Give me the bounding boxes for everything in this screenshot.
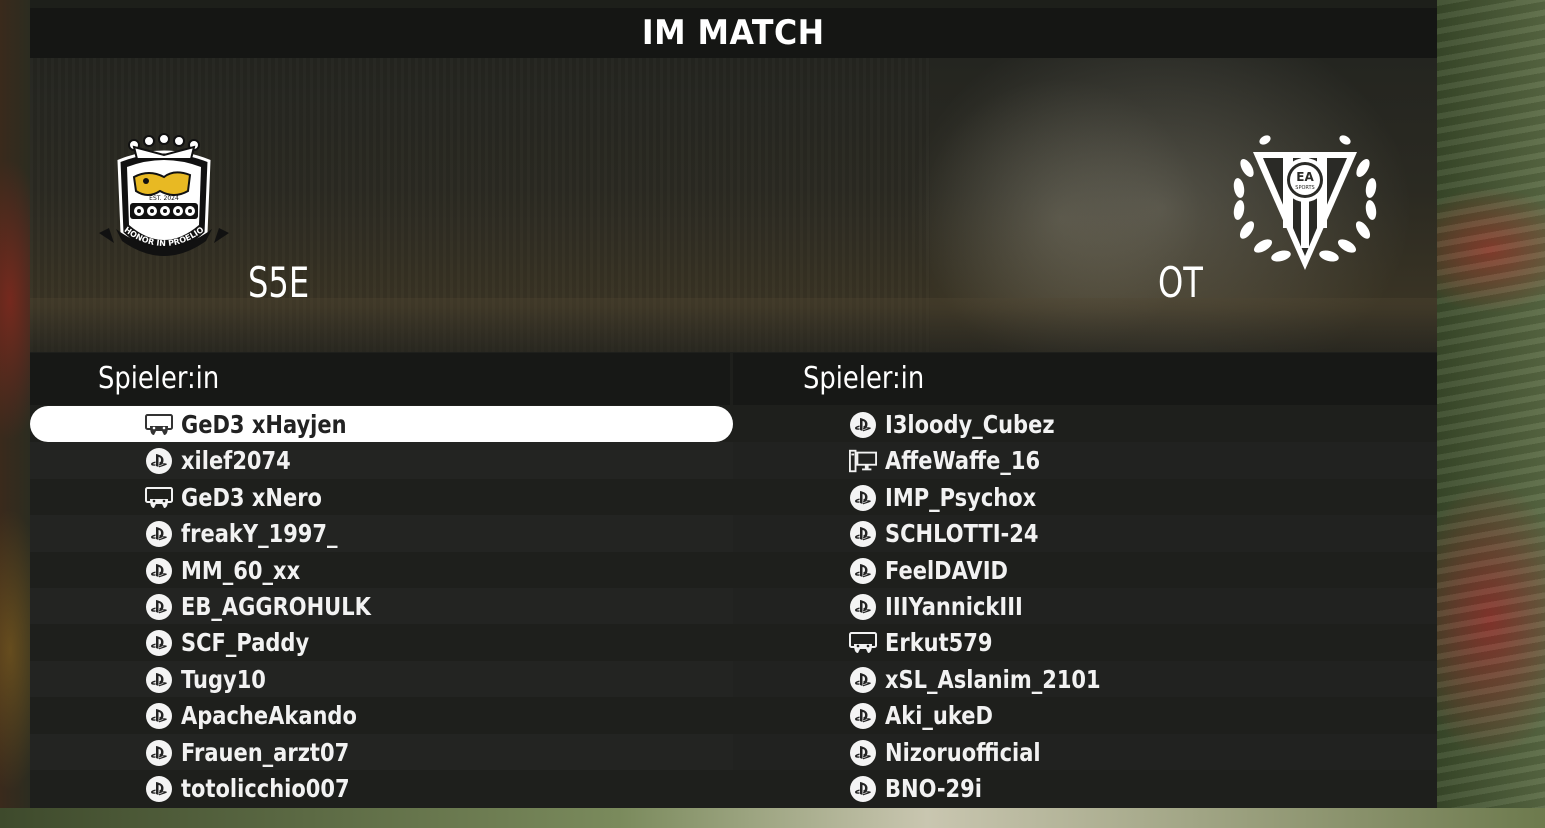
playstation-icon [145, 447, 173, 475]
home-team-name: S5E [248, 258, 310, 307]
player-name: GeD3 xNero [181, 482, 322, 512]
playstation-icon [145, 629, 173, 657]
away-team-name: OT [1158, 258, 1203, 307]
controller-icon [145, 411, 173, 439]
player-row[interactable]: SCHLOTTI-24 [733, 515, 1437, 552]
player-row[interactable]: MM_60_xx [30, 551, 733, 588]
playstation-icon [849, 557, 877, 585]
playstation-icon [145, 775, 173, 803]
player-row[interactable]: Erkut579 [733, 624, 1437, 661]
laurel-shield-crest-icon: EA SPORTS [1233, 135, 1377, 270]
player-row[interactable]: FeelDAVID [733, 551, 1437, 588]
player-name: Aki_ukeD [885, 701, 993, 731]
home-column-header-label: Spieler:in [98, 361, 220, 396]
player-row[interactable]: IIIYannickIII [733, 587, 1437, 625]
player-name: AffeWaffe_16 [885, 446, 1041, 476]
player-name: Tugy10 [181, 664, 266, 694]
playstation-icon [145, 557, 173, 585]
pitch-strip [0, 808, 1545, 828]
lion-crown-crest-icon: EST. 2024 HONOR IN PROELIO [99, 133, 229, 256]
playstation-icon [849, 484, 877, 512]
player-row[interactable]: Aki_ukeD [733, 697, 1437, 734]
player-row[interactable]: GeD3 xNero [30, 478, 733, 516]
player-row[interactable]: EB_AGGROHULK [30, 587, 733, 625]
player-name: SCHLOTTI-24 [885, 519, 1039, 549]
playstation-icon [145, 520, 173, 548]
stadium-stands-right [1437, 0, 1545, 828]
home-player-list: GeD3 xHayjen xilef2074 GeD3 xNero freakY_19… [30, 406, 733, 807]
player-row[interactable]: freakY_1997_ [30, 515, 733, 552]
player-name: IIIYannickIII [885, 591, 1023, 621]
title-bar: IM MATCH [30, 8, 1437, 58]
playstation-icon [849, 593, 877, 621]
playstation-icon [849, 666, 877, 694]
svg-text:EST. 2024: EST. 2024 [149, 195, 179, 202]
player-row[interactable]: AffeWaffe_16 [733, 442, 1437, 479]
playstation-icon [849, 702, 877, 730]
away-column-header: Spieler:in [733, 353, 1437, 405]
player-row[interactable]: Frauen_arzt07 [30, 733, 733, 770]
playstation-icon [145, 666, 173, 694]
playstation-icon [145, 739, 173, 767]
player-name: Frauen_arzt07 [181, 737, 350, 767]
player-row[interactable]: totolicchio007 [30, 769, 733, 807]
playstation-icon [145, 593, 173, 621]
player-name: xSL_Aslanim_2101 [885, 664, 1101, 694]
player-name: BNO-29i [885, 773, 982, 803]
player-name: ApacheAkando [181, 701, 357, 731]
playstation-icon [849, 520, 877, 548]
player-row[interactable]: Tugy10 [30, 660, 733, 698]
svg-text:EA: EA [1296, 170, 1314, 184]
player-name: totolicchio007 [181, 773, 350, 803]
player-row[interactable]: BNO-29i [733, 769, 1437, 807]
player-name: I3loody_Cubez [885, 410, 1055, 439]
player-row[interactable]: GeD3 xHayjen [30, 406, 733, 443]
player-name: Erkut579 [885, 628, 993, 658]
home-column-header: Spieler:in [30, 353, 730, 405]
pc-icon [849, 447, 877, 475]
playstation-icon [145, 702, 173, 730]
page-title: IM MATCH [642, 13, 825, 53]
stadium-rail [30, 298, 1437, 352]
player-row[interactable]: SCF_Paddy [30, 624, 733, 661]
lineup-panel: IM MATCH EST. 2024 HONOR IN PROELIO S5E … [30, 8, 1437, 808]
player-row[interactable]: I3loody_Cubez [733, 406, 1437, 443]
player-name: FeelDAVID [885, 555, 1008, 585]
playstation-icon [849, 775, 877, 803]
match-banner: EST. 2024 HONOR IN PROELIO S5E OT EA SPO… [30, 58, 1437, 352]
away-player-list: I3loody_Cubez AffeWaffe_16 IMP_Psychox SCHL… [733, 406, 1437, 807]
player-row[interactable]: IMP_Psychox [733, 478, 1437, 516]
player-name: GeD3 xHayjen [181, 410, 347, 439]
controller-icon [849, 629, 877, 657]
player-name: SCF_Paddy [181, 628, 310, 658]
playstation-icon [849, 411, 877, 439]
player-row[interactable]: Nizoruofficial [733, 733, 1437, 770]
away-column-header-label: Spieler:in [803, 361, 925, 396]
playstation-icon [849, 739, 877, 767]
player-name: xilef2074 [181, 446, 291, 476]
player-row[interactable]: xSL_Aslanim_2101 [733, 660, 1437, 698]
player-name: IMP_Psychox [885, 482, 1037, 512]
svg-text:SPORTS: SPORTS [1295, 185, 1314, 191]
player-name: MM_60_xx [181, 555, 301, 585]
player-name: freakY_1997_ [181, 519, 338, 549]
player-name: EB_AGGROHULK [181, 591, 371, 621]
player-row[interactable]: ApacheAkando [30, 697, 733, 734]
player-name: Nizoruofficial [885, 737, 1041, 767]
controller-icon [145, 484, 173, 512]
player-row[interactable]: xilef2074 [30, 442, 733, 479]
